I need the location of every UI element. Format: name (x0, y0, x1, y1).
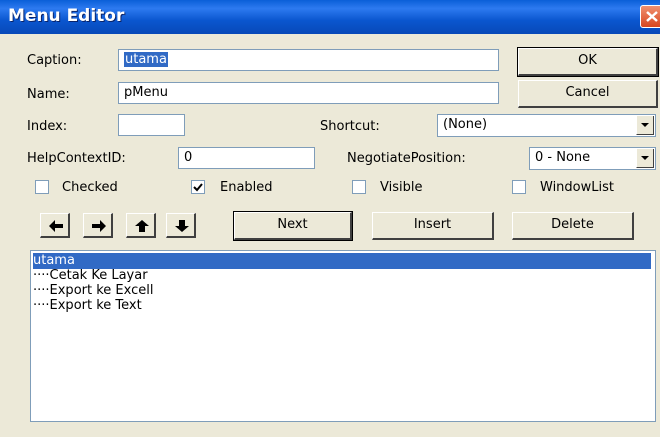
enabled-checkbox[interactable] (191, 180, 205, 194)
shortcut-label: Shortcut: (320, 119, 380, 134)
move-left-button[interactable] (40, 213, 70, 238)
visible-label: Visible (380, 180, 423, 195)
menu-editor-window: Menu Editor Caption: utama OK Name: pMen… (0, 0, 660, 437)
list-item[interactable]: ····Export ke Text (33, 298, 142, 314)
move-down-button[interactable] (166, 213, 196, 238)
name-value: pMenu (124, 85, 168, 100)
index-input[interactable] (118, 114, 185, 136)
shortcut-dropdown-button[interactable] (636, 116, 654, 135)
visible-checkbox[interactable] (352, 180, 366, 194)
up-arrow-icon (135, 220, 149, 232)
list-item[interactable]: ····Export ke Excell (33, 283, 153, 299)
next-button[interactable]: Next (233, 211, 353, 241)
index-label: Index: (27, 119, 68, 134)
menu-items-list[interactable]: utama ····Cetak Ke Layar ····Export ke E… (30, 250, 656, 422)
list-item[interactable]: ····Cetak Ke Layar (33, 268, 148, 284)
caption-value: utama (124, 52, 168, 67)
checked-checkbox[interactable] (35, 180, 49, 194)
name-label: Name: (27, 87, 70, 102)
negotiate-position-dropdown[interactable]: 0 - None (529, 147, 656, 170)
move-up-button[interactable] (126, 213, 156, 238)
list-item[interactable]: utama (33, 253, 651, 269)
close-button[interactable] (640, 5, 660, 28)
caption-label: Caption: (27, 53, 82, 68)
window-title: Menu Editor (8, 6, 125, 26)
move-right-button[interactable] (83, 213, 113, 238)
windowlist-label: WindowList (540, 180, 614, 195)
shortcut-value: (None) (443, 117, 488, 132)
check-mark-icon (193, 183, 203, 192)
delete-button[interactable]: Delete (512, 212, 634, 240)
checked-label: Checked (62, 180, 118, 195)
cancel-button[interactable]: Cancel (518, 80, 658, 108)
name-input[interactable]: pMenu (118, 82, 499, 104)
shortcut-dropdown[interactable]: (None) (437, 114, 656, 137)
insert-button[interactable]: Insert (372, 212, 494, 240)
windowlist-checkbox[interactable] (512, 180, 526, 194)
negotiate-dropdown-button[interactable] (636, 149, 654, 168)
right-arrow-icon (92, 220, 106, 232)
negotiate-position-value: 0 - None (535, 150, 591, 165)
help-context-label: HelpContextID: (27, 151, 126, 166)
title-bar[interactable]: Menu Editor (0, 0, 660, 34)
ok-button[interactable]: OK (517, 47, 659, 77)
help-context-input[interactable]: 0 (178, 147, 315, 169)
negotiate-position-label: NegotiatePosition: (347, 151, 466, 166)
chevron-down-icon (641, 123, 649, 127)
close-icon (646, 11, 658, 22)
chevron-down-icon (641, 156, 649, 160)
caption-input[interactable]: utama (118, 49, 499, 71)
down-arrow-icon (175, 220, 189, 232)
left-arrow-icon (49, 220, 63, 232)
enabled-label: Enabled (220, 180, 273, 195)
